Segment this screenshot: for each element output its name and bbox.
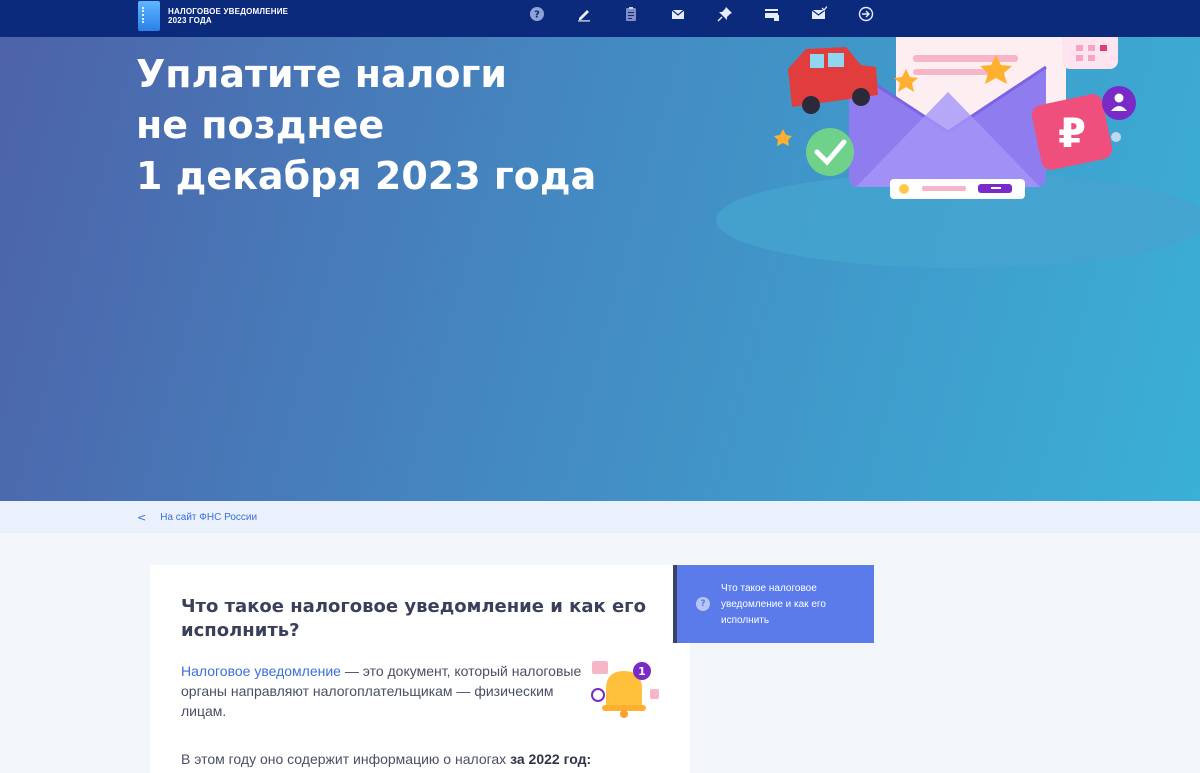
tax-notice-link[interactable]: Налоговое уведомление bbox=[181, 663, 341, 679]
sidenav-item-label: Что такое налоговое уведомление и как ег… bbox=[721, 583, 826, 626]
logo-line-1: НАЛОГОВОЕ УВЕДОМЛЕНИЕ bbox=[168, 7, 289, 16]
calculator-icon bbox=[1062, 37, 1118, 69]
site-logo[interactable]: НАЛОГОВОЕ УВЕДОМЛЕНИЕ 2023 ГОДА bbox=[138, 0, 288, 32]
chevron-left-icon: < bbox=[137, 510, 147, 524]
top-nav: ? bbox=[520, 0, 896, 28]
article-year-bold: за 2022 год: bbox=[510, 751, 592, 767]
hero-illustration: ₽ bbox=[716, 37, 1200, 268]
bell-notification-icon: 1 bbox=[591, 661, 659, 718]
pin-icon[interactable] bbox=[708, 0, 742, 28]
clipboard-icon[interactable] bbox=[614, 0, 648, 28]
article-year-text-main: В этом году оно содержит информацию о на… bbox=[181, 751, 511, 767]
pencil-icon[interactable] bbox=[567, 0, 601, 28]
star-icon bbox=[774, 129, 792, 146]
car-icon bbox=[788, 47, 878, 114]
hero-title-line-1: Уплатите налоги bbox=[136, 52, 508, 96]
article-title: Что такое налоговое уведомление и как ег… bbox=[181, 596, 646, 641]
bell-badge-count: 1 bbox=[638, 665, 646, 678]
mail-check-icon[interactable] bbox=[802, 0, 836, 28]
document-logo-icon bbox=[138, 1, 160, 31]
article-year-text: В этом году оно содержит информацию о на… bbox=[181, 749, 651, 769]
article-card: Что такое налоговое уведомление и как ег… bbox=[150, 565, 690, 773]
hero-title-line-3: 1 декабря 2023 года bbox=[136, 154, 597, 198]
card-icon[interactable] bbox=[755, 0, 789, 28]
checkmark-badge-icon bbox=[806, 128, 854, 176]
svg-text:₽: ₽ bbox=[1058, 111, 1086, 157]
hero-title: Уплатите налоги не позднее 1 декабря 202… bbox=[136, 49, 596, 202]
hero-title-line-2: не позднее bbox=[136, 103, 385, 147]
logo-text: НАЛОГОВОЕ УВЕДОМЛЕНИЕ 2023 ГОДА bbox=[168, 7, 288, 25]
envelope-icon[interactable] bbox=[661, 0, 695, 28]
sidenav-item-tax-notice[interactable]: ? Что такое налоговое уведомление и как … bbox=[673, 565, 874, 643]
logo-line-2: 2023 ГОДА bbox=[168, 16, 212, 25]
breadcrumb-label: На сайт ФНС России bbox=[160, 511, 258, 523]
svg-text:?: ? bbox=[534, 10, 540, 21]
back-to-fns-link[interactable]: < На сайт ФНС России bbox=[137, 501, 257, 533]
top-bar: НАЛОГОВОЕ УВЕДОМЛЕНИЕ 2023 ГОДА ? bbox=[0, 0, 1200, 37]
exit-icon[interactable] bbox=[849, 0, 883, 28]
question-icon[interactable]: ? bbox=[520, 0, 554, 28]
breadcrumb: < На сайт ФНС России bbox=[0, 501, 1200, 533]
question-circle-icon: ? bbox=[696, 597, 710, 611]
hero-banner: Уплатите налоги не позднее 1 декабря 202… bbox=[0, 37, 1200, 501]
article-intro: Налоговое уведомление — это документ, ко… bbox=[181, 661, 591, 721]
user-badge-icon bbox=[1102, 86, 1136, 120]
